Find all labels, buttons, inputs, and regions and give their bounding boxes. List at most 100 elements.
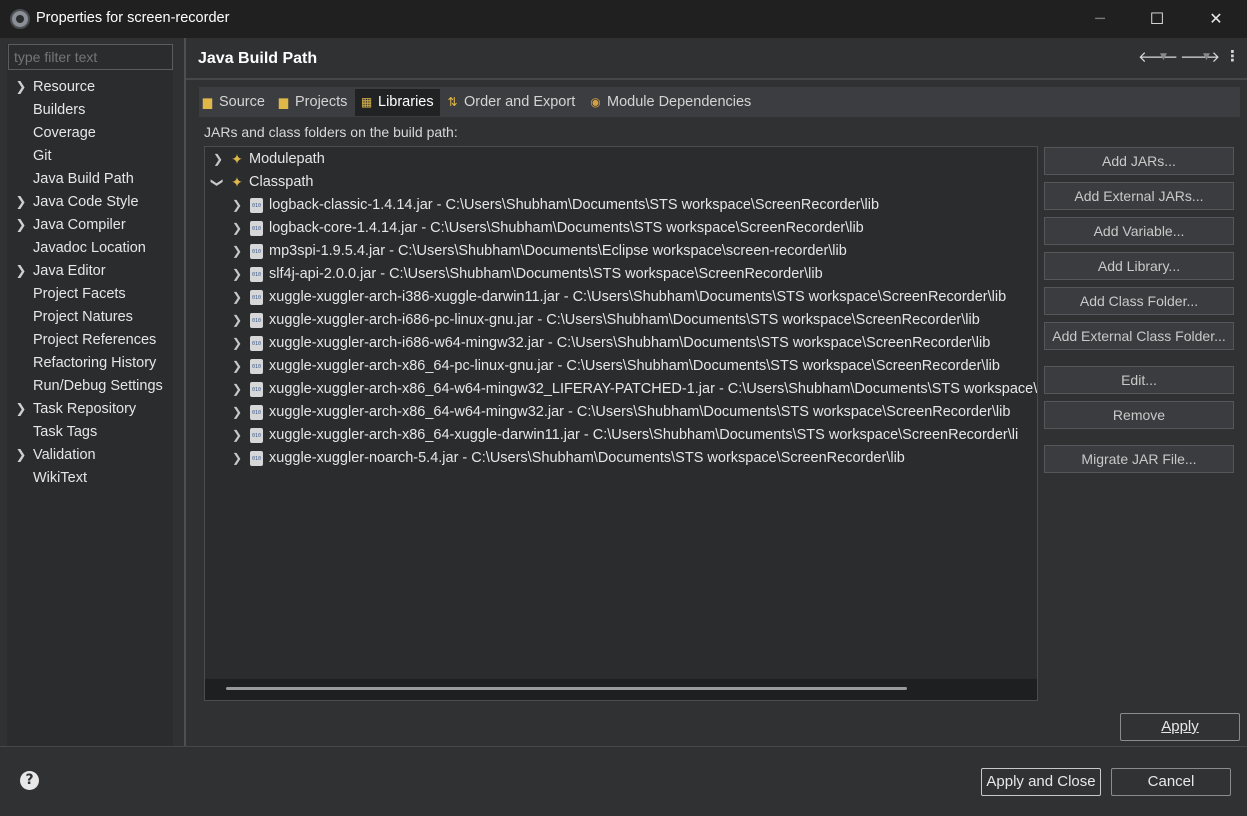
nav-item-project-references[interactable]: Project References	[33, 329, 156, 352]
apply-and-close-button[interactable]: Apply and Close	[981, 768, 1101, 796]
chevron-right-icon[interactable]: ❯	[230, 447, 244, 470]
jar-icon	[250, 198, 263, 213]
arrow-right-icon[interactable]: 🡒	[1180, 47, 1220, 66]
chevron-right-icon[interactable]: ❯	[230, 263, 244, 286]
chevron-right-icon[interactable]: ❯	[15, 76, 27, 99]
jar-row[interactable]: ❯ xuggle-xuggler-arch-x86_64-w64-mingw32_…	[205, 378, 1037, 401]
nav-item-java-compiler[interactable]: Java Compiler	[33, 214, 126, 237]
library-container-icon: ✦	[231, 151, 243, 167]
nav-item-project-natures[interactable]: Project Natures	[33, 306, 133, 329]
nav-item-refactoring-history[interactable]: Refactoring History	[33, 352, 156, 375]
jar-label: xuggle-xuggler-arch-i686-pc-linux-gnu.ja…	[269, 312, 980, 328]
close-button[interactable]: ✕	[1187, 0, 1245, 38]
nav-item-java-editor[interactable]: Java Editor	[33, 260, 106, 283]
back-dropdown-icon[interactable]: ▼	[1160, 52, 1167, 62]
jar-row[interactable]: ❯ xuggle-xuggler-arch-x86_64-xuggle-darwi…	[205, 424, 1037, 447]
chevron-right-icon[interactable]: ❯	[230, 378, 244, 401]
filter-input[interactable]	[8, 44, 173, 70]
source-folder-icon: ▆	[202, 95, 213, 109]
nav-item-java-build-path[interactable]: Java Build Path	[33, 168, 134, 191]
nav-item-task-repository[interactable]: Task Repository	[33, 398, 136, 421]
chevron-right-icon[interactable]: ❯	[15, 398, 27, 421]
jar-icon	[250, 313, 263, 328]
add-external-jars-button[interactable]: Add External JARs...	[1044, 182, 1234, 210]
tab-projects[interactable]: ▆ Projects	[276, 89, 354, 116]
chevron-right-icon[interactable]: ❯	[230, 309, 244, 332]
tab-label: Module Dependencies	[607, 94, 752, 110]
nav-item-wikitext[interactable]: WikiText	[33, 467, 87, 490]
nav-item-builders[interactable]: Builders	[33, 99, 85, 122]
chevron-down-icon[interactable]: ❯	[206, 176, 229, 190]
chevron-right-icon[interactable]: ❯	[211, 148, 225, 171]
minimize-button[interactable]: ─	[1071, 0, 1129, 38]
arrow-left-icon[interactable]: 🡐	[1138, 47, 1178, 66]
chevron-right-icon[interactable]: ❯	[230, 355, 244, 378]
jar-label: xuggle-xuggler-noarch-5.4.jar - C:\Users…	[269, 450, 905, 466]
jar-icon	[250, 405, 263, 420]
jar-row[interactable]: ❯ xuggle-xuggler-arch-i686-w64-mingw32.ja…	[205, 332, 1037, 355]
remove-button[interactable]: Remove	[1044, 401, 1234, 429]
chevron-right-icon[interactable]: ❯	[230, 332, 244, 355]
tab-source[interactable]: ▆ Source	[200, 89, 272, 116]
more-vert-icon[interactable]: ⋮	[1225, 47, 1240, 65]
forward-dropdown-icon[interactable]: ▼	[1203, 52, 1210, 62]
jar-icon	[250, 221, 263, 236]
jar-label: mp3spi-1.9.5.4.jar - C:\Users\Shubham\Do…	[269, 243, 847, 259]
jar-row[interactable]: ❯ xuggle-xuggler-arch-x86_64-w64-mingw32.…	[205, 401, 1037, 424]
tree-node-modulepath[interactable]: ❯ ✦ Modulepath	[205, 148, 1037, 171]
apply-button[interactable]: Apply	[1120, 713, 1240, 741]
chevron-right-icon[interactable]: ❯	[15, 444, 27, 467]
scrollbar-thumb[interactable]	[226, 687, 907, 690]
chevron-right-icon[interactable]: ❯	[15, 191, 27, 214]
add-jars-button[interactable]: Add JARs...	[1044, 147, 1234, 175]
maximize-button[interactable]: ☐	[1128, 0, 1186, 38]
nav-item-project-facets[interactable]: Project Facets	[33, 283, 126, 306]
chevron-right-icon[interactable]: ❯	[230, 217, 244, 240]
tab-module-dependencies[interactable]: ◉ Module Dependencies	[588, 89, 768, 116]
add-variable-button[interactable]: Add Variable...	[1044, 217, 1234, 245]
chevron-right-icon[interactable]: ❯	[230, 194, 244, 217]
migrate-jar-button[interactable]: Migrate JAR File...	[1044, 445, 1234, 473]
nav-item-java-code-style[interactable]: Java Code Style	[33, 191, 139, 214]
chevron-right-icon[interactable]: ❯	[15, 260, 27, 283]
nav-item-task-tags[interactable]: Task Tags	[33, 421, 97, 444]
build-path-tree[interactable]: ❯ ✦ Modulepath ❯ ✦ Classpath ❯ logback-cl…	[204, 146, 1038, 701]
chevron-right-icon[interactable]: ❯	[230, 424, 244, 447]
tab-order-export[interactable]: ⇅ Order and Export	[445, 89, 583, 116]
build-path-label: JARs and class folders on the build path…	[204, 124, 458, 140]
window-title: Properties for screen-recorder	[36, 10, 230, 26]
add-external-class-folder-button[interactable]: Add External Class Folder...	[1044, 322, 1234, 350]
chevron-right-icon[interactable]: ❯	[230, 240, 244, 263]
app-icon	[10, 9, 30, 29]
edit-button[interactable]: Edit...	[1044, 366, 1234, 394]
chevron-right-icon[interactable]: ❯	[230, 286, 244, 309]
nav-item-git[interactable]: Git	[33, 145, 52, 168]
jar-label: slf4j-api-2.0.0.jar - C:\Users\Shubham\D…	[269, 266, 823, 282]
add-library-button[interactable]: Add Library...	[1044, 252, 1234, 280]
tree-node-classpath[interactable]: ❯ ✦ Classpath	[205, 171, 1037, 194]
jar-icon	[250, 290, 263, 305]
jar-row[interactable]: ❯ logback-core-1.4.14.jar - C:\Users\Shub…	[205, 217, 1037, 240]
chevron-right-icon[interactable]: ❯	[230, 401, 244, 424]
projects-icon: ▆	[278, 95, 289, 109]
page-title: Java Build Path	[198, 50, 318, 67]
help-icon[interactable]: ?	[20, 771, 39, 790]
nav-item-resource[interactable]: Resource	[33, 76, 95, 99]
jar-row[interactable]: ❯ xuggle-xuggler-noarch-5.4.jar - C:\User…	[205, 447, 1037, 470]
jar-row[interactable]: ❯ mp3spi-1.9.5.4.jar - C:\Users\Shubham\D…	[205, 240, 1037, 263]
cancel-button[interactable]: Cancel	[1111, 768, 1231, 796]
chevron-right-icon[interactable]: ❯	[15, 214, 27, 237]
jar-row[interactable]: ❯ xuggle-xuggler-arch-i686-pc-linux-gnu.j…	[205, 309, 1037, 332]
jar-row[interactable]: ❯ logback-classic-1.4.14.jar - C:\Users\S…	[205, 194, 1037, 217]
add-class-folder-button[interactable]: Add Class Folder...	[1044, 287, 1234, 315]
nav-item-run-debug-settings[interactable]: Run/Debug Settings	[33, 375, 163, 398]
tab-libraries[interactable]: ▦ Libraries	[355, 89, 440, 116]
jar-row[interactable]: ❯ xuggle-xuggler-arch-x86_64-pc-linux-gnu…	[205, 355, 1037, 378]
jar-label: logback-classic-1.4.14.jar - C:\Users\Sh…	[269, 197, 880, 213]
pane-divider[interactable]	[184, 38, 186, 746]
nav-item-javadoc-location[interactable]: Javadoc Location	[33, 237, 146, 260]
jar-row[interactable]: ❯ xuggle-xuggler-arch-i386-xuggle-darwin1…	[205, 286, 1037, 309]
nav-item-coverage[interactable]: Coverage	[33, 122, 96, 145]
nav-item-validation[interactable]: Validation	[33, 444, 96, 467]
jar-row[interactable]: ❯ slf4j-api-2.0.0.jar - C:\Users\Shubham\…	[205, 263, 1037, 286]
